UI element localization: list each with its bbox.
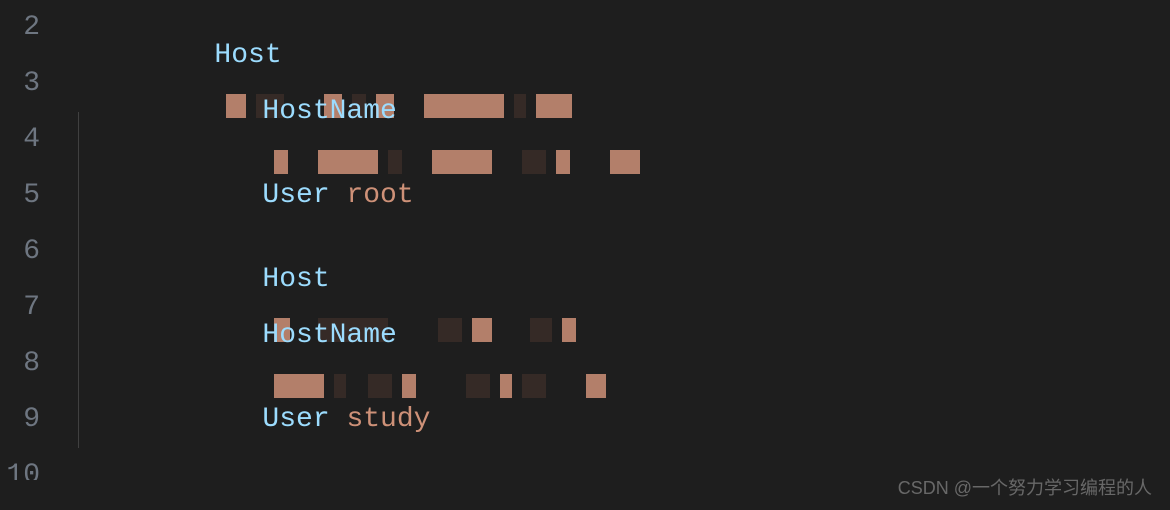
code-editor[interactable]: 2 3 4 5 6 7 8 9 10 Host [0,0,1170,510]
line-number: 7 [0,280,40,336]
line-number: 6 [0,224,40,280]
line-number: 5 [0,168,40,224]
line-number-gutter: 2 3 4 5 6 7 8 9 10 [0,0,60,510]
line-number: 2 [0,0,40,56]
line-number: 8 [0,336,40,392]
ssh-user-value: study [346,404,430,435]
line-number: 9 [0,392,40,448]
watermark-text: CSDN @一个努力学习编程的人 [898,474,1152,500]
line-number: 4 [0,112,40,168]
indent-guide [78,392,79,448]
line-number: 3 [0,56,40,112]
ssh-user-keyword: User [262,404,329,435]
line-number: 10 [0,448,40,480]
code-area[interactable]: Host HostName [60,0,1170,510]
code-line[interactable]: User study [60,392,1170,448]
